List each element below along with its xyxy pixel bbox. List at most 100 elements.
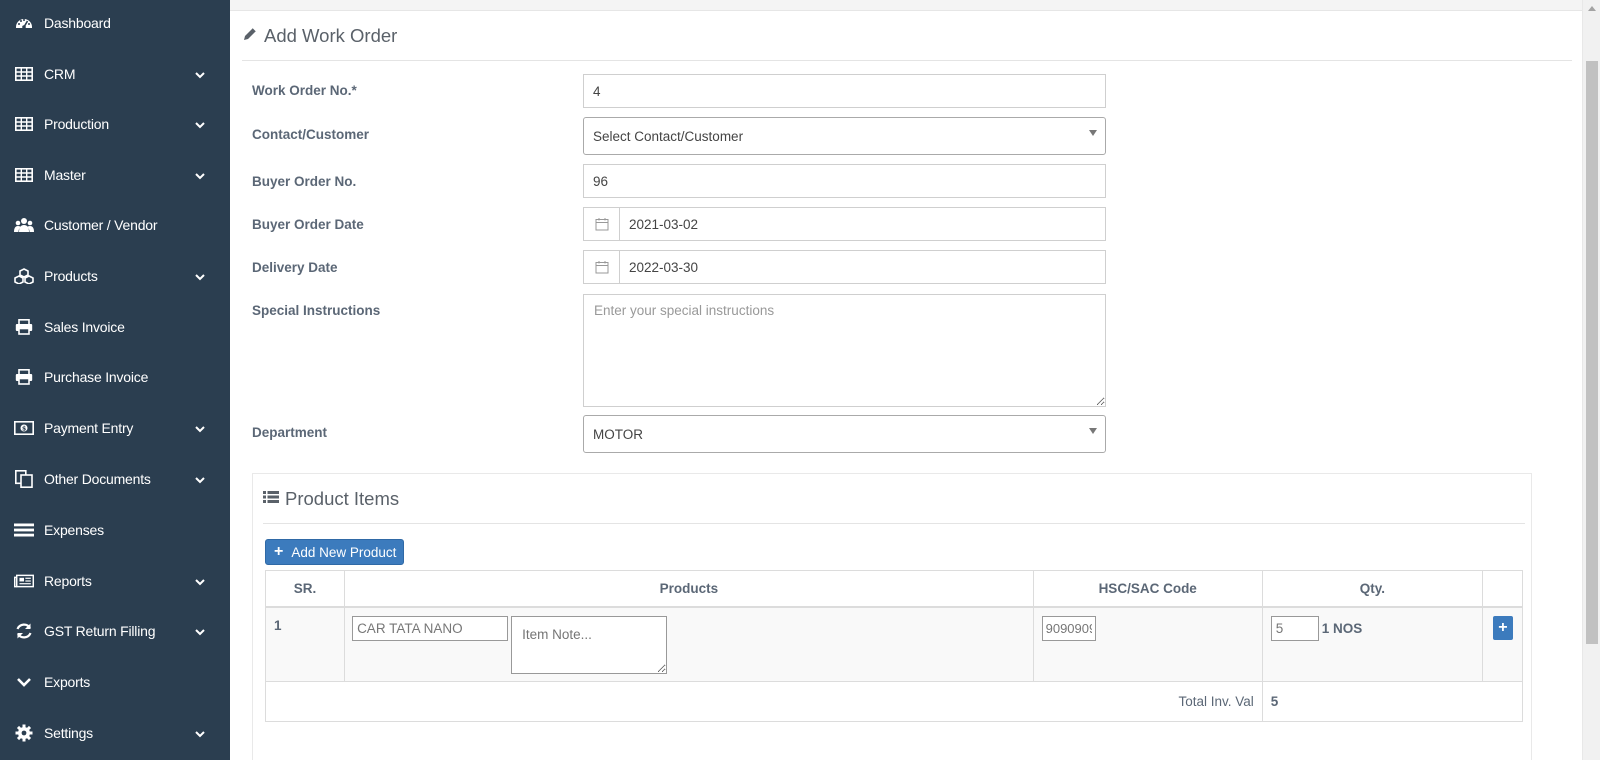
column-header-sr: SR.	[264, 570, 346, 608]
total-label: Total Inv. Val	[265, 681, 1263, 722]
department-select-value: MOTOR	[593, 426, 643, 442]
caret-down-icon	[1089, 428, 1097, 434]
sidebar-item-gst-return-filling[interactable]: GST Return Filling	[0, 605, 230, 657]
table-icon	[14, 166, 34, 184]
sidebar-item-label: Settings	[44, 725, 93, 741]
list-icon	[263, 490, 279, 507]
sidebar-item-label: Other Documents	[44, 471, 151, 487]
caret-down-icon	[1089, 130, 1097, 136]
sidebar-item-label: Purchase Invoice	[44, 369, 149, 385]
department-select[interactable]: MOTOR	[583, 415, 1106, 453]
work-order-no-value: 4	[593, 83, 601, 99]
scrollbar[interactable]	[1582, 0, 1600, 760]
sidebar-item-crm[interactable]: CRM	[0, 48, 230, 100]
sidebar-item-label: Products	[44, 268, 98, 284]
sidebar-item-sales-invoice[interactable]: Sales Invoice	[0, 301, 230, 353]
table-icon	[14, 115, 34, 133]
sidebar-item-label: Customer / Vendor	[44, 217, 158, 233]
sidebar-item-reports[interactable]: Reports	[0, 555, 230, 607]
row-sr: 1	[264, 606, 346, 682]
sidebar: Dashboard CRM Production Master Customer / V…	[0, 0, 230, 760]
chevron-down-icon	[194, 118, 206, 130]
chevron-down-icon	[14, 673, 34, 691]
users-icon	[14, 216, 34, 234]
main-content: Add Work Order Work Order No.* 4 Contact…	[230, 11, 1582, 760]
row-products-cell	[344, 606, 1034, 682]
sidebar-item-customer-vendor[interactable]: Customer / Vendor	[0, 199, 230, 251]
product-input[interactable]	[352, 615, 509, 641]
calendar-icon[interactable]	[584, 251, 620, 283]
sidebar-item-other-documents[interactable]: Other Documents	[0, 453, 230, 505]
plus-icon: +	[274, 543, 284, 560]
pencil-icon	[242, 26, 258, 45]
row-hsc-cell	[1032, 606, 1263, 682]
chevron-down-icon	[194, 270, 206, 282]
sidebar-item-label: Reports	[44, 573, 92, 589]
print-icon	[14, 318, 34, 336]
table-row: 1 1 NOS +	[264, 606, 1524, 682]
buyer-order-date-value: 2021-03-02	[629, 216, 699, 232]
total-value: 5	[1261, 681, 1524, 722]
item-note-textarea[interactable]	[511, 615, 668, 674]
svg-text:$: $	[22, 426, 26, 433]
add-row-button[interactable]: +	[1492, 615, 1513, 640]
chevron-down-icon	[194, 68, 206, 80]
row-action-cell: +	[1481, 606, 1524, 682]
add-new-product-label: Add New Product	[291, 544, 397, 560]
files-icon	[14, 470, 34, 488]
buyer-order-date-label: Buyer Order Date	[252, 217, 364, 232]
sidebar-item-exports[interactable]: Exports	[0, 656, 230, 708]
scroll-up-icon[interactable]	[1588, 6, 1596, 11]
sidebar-item-production[interactable]: Production	[0, 98, 230, 150]
scrollbar-thumb[interactable]	[1586, 61, 1598, 644]
chevron-down-icon	[194, 422, 206, 434]
delivery-date-input[interactable]: 2022-03-30	[583, 250, 1106, 284]
qty-input[interactable]	[1270, 615, 1319, 641]
refresh-icon	[14, 622, 34, 640]
delivery-date-value: 2022-03-30	[629, 259, 699, 275]
product-items-header: Product Items	[263, 474, 1525, 524]
print-icon	[14, 368, 34, 386]
page-header: Add Work Order	[242, 11, 1572, 61]
row-qty-cell: 1 NOS	[1261, 606, 1483, 682]
sidebar-item-label: Exports	[44, 674, 91, 690]
sidebar-item-label: CRM	[44, 66, 76, 82]
chevron-down-icon	[194, 169, 206, 181]
column-header-hsc-sac: HSC/SAC Code	[1032, 570, 1263, 608]
contact-select-value: Select Contact/Customer	[593, 128, 744, 144]
department-label: Department	[252, 425, 328, 440]
sidebar-item-master[interactable]: Master	[0, 149, 230, 201]
special-instructions-textarea[interactable]	[583, 294, 1106, 407]
add-new-product-button[interactable]: + Add New Product	[265, 539, 405, 565]
buyer-order-no-label: Buyer Order No.	[252, 174, 357, 189]
page-title: Add Work Order	[264, 24, 398, 46]
buyer-order-no-value: 96	[593, 173, 609, 189]
list-icon	[14, 521, 34, 539]
column-header-products: Products	[344, 570, 1034, 608]
sidebar-item-label: Payment Entry	[44, 420, 134, 436]
newspaper-icon	[14, 572, 34, 590]
sidebar-item-label: Production	[44, 116, 109, 132]
sidebar-item-label: Dashboard	[44, 15, 111, 31]
special-instructions-label: Special Instructions	[252, 303, 381, 318]
sidebar-item-products[interactable]: Products	[0, 250, 230, 302]
contact-select[interactable]: Select Contact/Customer	[583, 117, 1106, 155]
buyer-order-no-input[interactable]: 96	[583, 164, 1106, 198]
sidebar-item-settings[interactable]: Settings	[0, 707, 230, 759]
sidebar-item-purchase-invoice[interactable]: Purchase Invoice	[0, 351, 230, 403]
cubes-icon	[14, 267, 34, 285]
work-order-no-input[interactable]: 4	[583, 74, 1106, 108]
sidebar-item-expenses[interactable]: Expenses	[0, 504, 230, 556]
calendar-icon[interactable]	[584, 208, 620, 240]
chevron-down-icon	[194, 473, 206, 485]
sidebar-item-label: Sales Invoice	[44, 319, 125, 335]
column-header-action	[1481, 570, 1524, 608]
chevron-down-icon	[194, 575, 206, 587]
hsc-code-input[interactable]	[1041, 615, 1096, 641]
total-row: Total Inv. Val 5	[265, 681, 1524, 722]
sidebar-item-dashboard[interactable]: Dashboard	[0, 0, 230, 49]
buyer-order-date-input[interactable]: 2021-03-02	[583, 207, 1106, 241]
work-order-no-label: Work Order No.*	[252, 83, 357, 98]
sidebar-item-payment-entry[interactable]: $ Payment Entry	[0, 402, 230, 454]
chevron-down-icon	[194, 625, 206, 637]
